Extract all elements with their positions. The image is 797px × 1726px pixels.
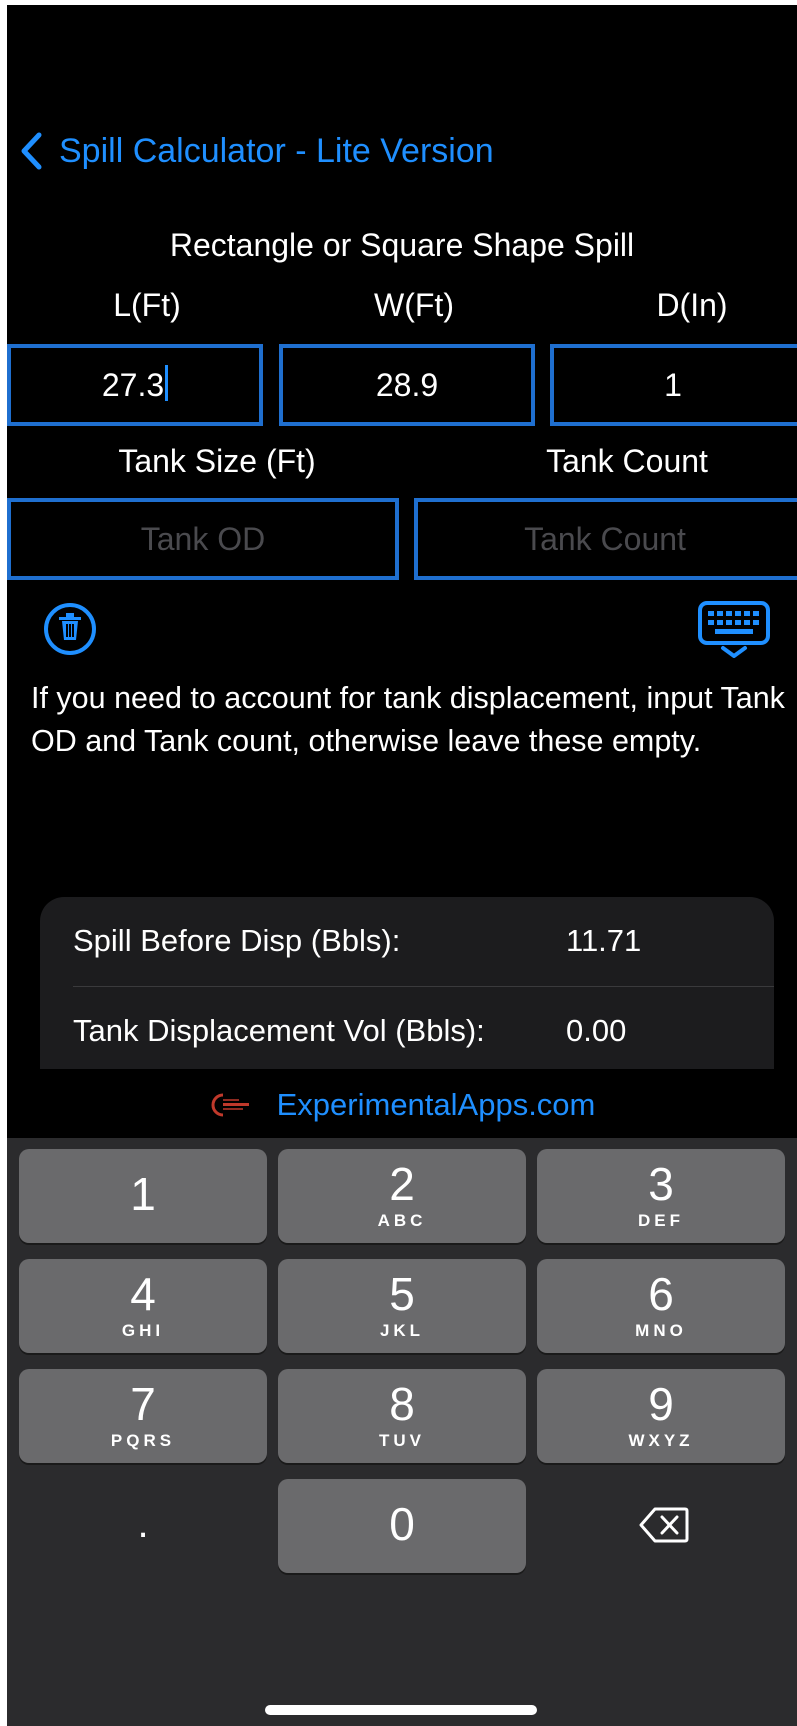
length-input[interactable]: 27.3 <box>7 344 263 426</box>
results-card: Spill Before Disp (Bbls): 11.71 Tank Dis… <box>40 897 774 1069</box>
key-digit: 7 <box>130 1378 156 1430</box>
tank-count-input[interactable]: Tank Count <box>414 498 797 580</box>
key-3[interactable]: 3 DEF <box>537 1149 785 1243</box>
tank-od-input[interactable]: Tank OD <box>7 498 399 580</box>
depth-value: 1 <box>664 366 682 403</box>
key-digit: 2 <box>389 1158 415 1210</box>
app-screen: Spill Calculator - Lite Version Rectangl… <box>7 5 797 1726</box>
width-value: 28.9 <box>375 366 439 403</box>
key-9[interactable]: 9 WXYZ <box>537 1369 785 1463</box>
result-label: Tank Displacement Vol (Bbls): <box>73 1013 485 1048</box>
result-label: Spill Before Disp (Bbls): <box>73 923 401 958</box>
tank-count-placeholder: Tank Count <box>524 520 686 557</box>
key-decimal[interactable]: . <box>19 1479 267 1573</box>
result-row: Spill Before Disp (Bbls): 11.71 <box>40 897 774 987</box>
nav-title: Spill Calculator - Lite Version <box>59 131 494 170</box>
key-6[interactable]: 6 MNO <box>537 1259 785 1353</box>
length-value: 27.3 <box>101 366 165 403</box>
delete-backspace-icon <box>639 1506 689 1549</box>
back-button[interactable]: Spill Calculator - Lite Version <box>19 123 494 179</box>
tank-count-label: Tank Count <box>546 443 708 479</box>
width-label: W(Ft) <box>374 287 454 323</box>
width-input[interactable]: 28.9 <box>279 344 535 426</box>
clear-button[interactable] <box>44 603 96 655</box>
key-4[interactable]: 4 GHI <box>19 1259 267 1353</box>
key-letters: DEF <box>638 1211 684 1230</box>
key-7[interactable]: 7 PQRS <box>19 1369 267 1463</box>
key-digit: 9 <box>648 1378 674 1430</box>
key-digit: 3 <box>648 1158 674 1210</box>
key-digit: . <box>137 1502 149 1546</box>
depth-input[interactable]: 1 <box>550 344 797 426</box>
key-0[interactable]: 0 <box>278 1479 526 1573</box>
chevron-left-icon <box>19 131 43 171</box>
result-value: 11.71 <box>566 923 642 958</box>
key-digit: 0 <box>389 1498 415 1550</box>
result-value: 0.00 <box>566 1013 627 1048</box>
key-letters: GHI <box>121 1321 165 1340</box>
numeric-keypad: 1 2 ABC 3 DEF 4 GHI 5 JKL 6 MNO 7 PQRS 8… <box>7 1138 797 1726</box>
key-5[interactable]: 5 JKL <box>278 1259 526 1353</box>
key-letters: WXYZ <box>628 1431 694 1450</box>
trash-icon <box>57 612 83 647</box>
key-1[interactable]: 1 <box>19 1149 267 1243</box>
key-digit: 6 <box>648 1268 674 1320</box>
key-letters: PQRS <box>110 1431 176 1450</box>
key-delete[interactable] <box>537 1479 785 1573</box>
key-letters: MNO <box>635 1321 687 1340</box>
footer-link[interactable]: ExperimentalApps.com <box>277 1087 596 1123</box>
key-digit: 5 <box>389 1268 415 1320</box>
keyboard-dismiss-icon <box>697 601 771 666</box>
section-title: Rectangle or Square Shape Spill <box>169 227 635 263</box>
key-letters: TUV <box>379 1431 425 1450</box>
footer[interactable]: ExperimentalApps.com <box>7 1069 797 1141</box>
key-letters: JKL <box>379 1321 425 1340</box>
result-row: Tank Displacement Vol (Bbls): 0.00 <box>40 987 774 1069</box>
key-digit: 1 <box>130 1168 156 1220</box>
tank-size-label: Tank Size (Ft) <box>118 443 316 479</box>
depth-label: D(In) <box>656 287 728 323</box>
home-indicator[interactable] <box>265 1705 537 1715</box>
key-digit: 8 <box>389 1378 415 1430</box>
text-cursor <box>165 365 169 401</box>
dismiss-keyboard-button[interactable] <box>697 600 771 662</box>
displacement-hint: If you need to account for tank displace… <box>31 681 785 758</box>
tank-od-placeholder: Tank OD <box>140 520 266 557</box>
experimental-apps-logo <box>209 1092 253 1118</box>
key-letters: ABC <box>377 1211 427 1230</box>
key-8[interactable]: 8 TUV <box>278 1369 526 1463</box>
key-2[interactable]: 2 ABC <box>278 1149 526 1243</box>
length-label: L(Ft) <box>113 287 181 323</box>
key-digit: 4 <box>130 1268 156 1320</box>
